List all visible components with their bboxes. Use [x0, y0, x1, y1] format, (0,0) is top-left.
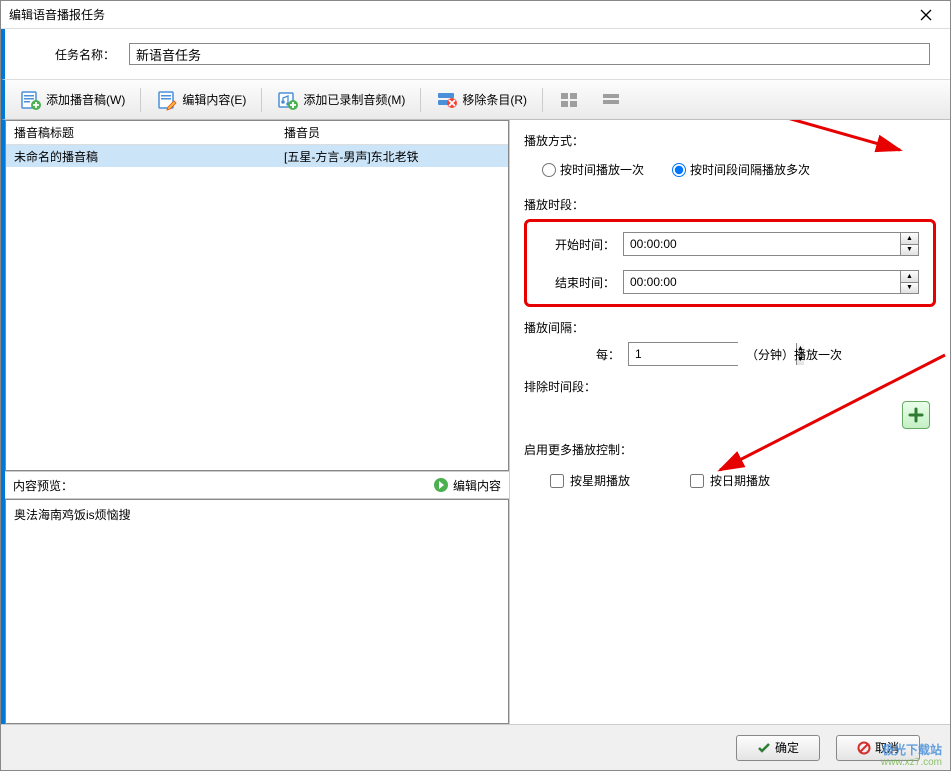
- toolbar-separator: [140, 88, 141, 112]
- add-audio-icon: [277, 89, 299, 111]
- script-list: 播音稿标题 播音员 未命名的播音稿 [五星-方言-男声]东北老铁: [5, 120, 509, 471]
- radio-label: 按时间段间隔播放多次: [690, 161, 810, 178]
- end-time-field[interactable]: [624, 271, 900, 293]
- remove-icon: [436, 89, 458, 111]
- interval-suffix: （分钟）播放一次: [746, 346, 842, 363]
- edit-icon: [156, 89, 178, 111]
- spinner-down-icon[interactable]: ▼: [901, 283, 918, 294]
- toolbar-separator: [542, 88, 543, 112]
- more-control-checks: 按星期播放 按日期播放: [524, 464, 936, 497]
- cancel-icon: [857, 741, 871, 755]
- playback-period-label: 播放时段：: [524, 196, 936, 213]
- check-by-week[interactable]: 按星期播放: [550, 472, 630, 489]
- button-label: 确定: [775, 739, 799, 756]
- col-header-title[interactable]: 播音稿标题: [6, 124, 276, 141]
- radio-play-multi-input[interactable]: [672, 163, 686, 177]
- edit-content-button[interactable]: 编辑内容(E): [149, 85, 253, 115]
- toolbar-separator: [420, 88, 421, 112]
- preview-label: 内容预览：: [13, 477, 433, 494]
- edit-link-label: 编辑内容: [453, 477, 501, 494]
- remove-item-button[interactable]: 移除条目(R): [429, 85, 534, 115]
- interval-input[interactable]: ▲▼: [628, 342, 738, 366]
- list-header: 播音稿标题 播音员: [6, 121, 508, 145]
- spinner-down-icon[interactable]: ▼: [901, 245, 918, 256]
- toolbar-label: 移除条目(R): [462, 91, 527, 108]
- extra-button-2[interactable]: [593, 85, 629, 115]
- check-label: 按日期播放: [710, 472, 770, 489]
- task-name-input[interactable]: [129, 43, 930, 65]
- grid-icon: [558, 89, 580, 111]
- radio-play-multi[interactable]: 按时间段间隔播放多次: [672, 161, 810, 178]
- interval-row: 每： ▲▼ （分钟）播放一次: [524, 342, 936, 366]
- end-time-input[interactable]: ▲▼: [623, 270, 919, 294]
- playback-mode-radios: 按时间播放一次 按时间段间隔播放多次: [524, 155, 936, 184]
- toolbar-separator: [261, 88, 262, 112]
- col-header-voicer[interactable]: 播音员: [276, 124, 508, 141]
- arrow-right-icon: [433, 477, 449, 493]
- preview-body: 奥法海南鸡饭is烦恼搜: [5, 499, 509, 724]
- radio-play-once[interactable]: 按时间播放一次: [542, 161, 644, 178]
- toolbar: 添加播音稿(W) 编辑内容(E) 添加已录制音频(M) 移除条目(R): [1, 80, 950, 120]
- every-label: 每：: [580, 346, 620, 363]
- plus-icon: [908, 407, 924, 423]
- list-body[interactable]: 未命名的播音稿 [五星-方言-男声]东北老铁: [6, 145, 508, 470]
- exclude-label: 排除时间段：: [524, 378, 936, 395]
- titlebar: 编辑语音播报任务: [1, 1, 950, 29]
- left-column: 播音稿标题 播音员 未命名的播音稿 [五星-方言-男声]东北老铁 内容预览： 编…: [5, 120, 510, 724]
- end-time-spinner[interactable]: ▲▼: [900, 271, 918, 293]
- check-by-date-input[interactable]: [690, 474, 704, 488]
- start-time-row: 开始时间： ▲▼: [541, 232, 919, 256]
- radio-play-once-input[interactable]: [542, 163, 556, 177]
- preview-header: 内容预览： 编辑内容: [5, 471, 509, 499]
- extra-button-1[interactable]: [551, 85, 587, 115]
- edit-content-link[interactable]: 编辑内容: [433, 477, 501, 494]
- toolbar-label: 编辑内容(E): [182, 91, 246, 108]
- more-control-label: 启用更多播放控制：: [524, 441, 936, 458]
- add-script-button[interactable]: 添加播音稿(W): [13, 85, 132, 115]
- list-icon: [600, 89, 622, 111]
- list-row[interactable]: 未命名的播音稿 [五星-方言-男声]东北老铁: [6, 145, 508, 167]
- button-label: 取消: [875, 739, 899, 756]
- start-time-label: 开始时间：: [541, 236, 615, 253]
- close-icon: [920, 9, 932, 21]
- toolbar-label: 添加已录制音频(M): [303, 91, 405, 108]
- cell-title: 未命名的播音稿: [6, 148, 276, 165]
- interval-label: 播放间隔：: [524, 319, 936, 336]
- playback-mode-label: 播放方式：: [524, 132, 936, 149]
- end-time-row: 结束时间： ▲▼: [541, 270, 919, 294]
- content-area: 播音稿标题 播音员 未命名的播音稿 [五星-方言-男声]东北老铁 内容预览： 编…: [1, 120, 950, 724]
- right-column: 播放方式： 按时间播放一次 按时间段间隔播放多次 播放时段： 开始时间： ▲▼: [510, 120, 950, 724]
- dialog-footer: 确定 取消 极光下载站 www.xz7.com: [1, 724, 950, 770]
- add-exclude-button[interactable]: [902, 401, 930, 429]
- task-name-row: 任务名称：: [1, 29, 950, 80]
- check-label: 按星期播放: [570, 472, 630, 489]
- check-by-week-input[interactable]: [550, 474, 564, 488]
- toolbar-label: 添加播音稿(W): [46, 91, 125, 108]
- cell-voicer: [五星-方言-男声]东北老铁: [276, 148, 508, 165]
- start-time-spinner[interactable]: ▲▼: [900, 233, 918, 255]
- cancel-button[interactable]: 取消: [836, 735, 920, 761]
- ok-button[interactable]: 确定: [736, 735, 820, 761]
- check-icon: [757, 741, 771, 755]
- add-recorded-button[interactable]: 添加已录制音频(M): [270, 85, 412, 115]
- start-time-field[interactable]: [624, 233, 900, 255]
- check-by-date[interactable]: 按日期播放: [690, 472, 770, 489]
- radio-label: 按时间播放一次: [560, 161, 644, 178]
- spinner-up-icon[interactable]: ▲: [901, 233, 918, 245]
- spinner-up-icon[interactable]: ▲: [901, 271, 918, 283]
- end-time-label: 结束时间：: [541, 274, 615, 291]
- dialog-window: 编辑语音播报任务 任务名称： 添加播音稿(W) 编辑内容(E) 添加已录制音: [0, 0, 951, 771]
- close-button[interactable]: [910, 5, 942, 25]
- add-script-icon: [20, 89, 42, 111]
- task-name-label: 任务名称：: [25, 46, 115, 63]
- time-period-box: 开始时间： ▲▼ 结束时间： ▲▼: [524, 219, 936, 307]
- preview-text: 奥法海南鸡饭is烦恼搜: [14, 508, 131, 522]
- start-time-input[interactable]: ▲▼: [623, 232, 919, 256]
- window-title: 编辑语音播报任务: [9, 6, 910, 23]
